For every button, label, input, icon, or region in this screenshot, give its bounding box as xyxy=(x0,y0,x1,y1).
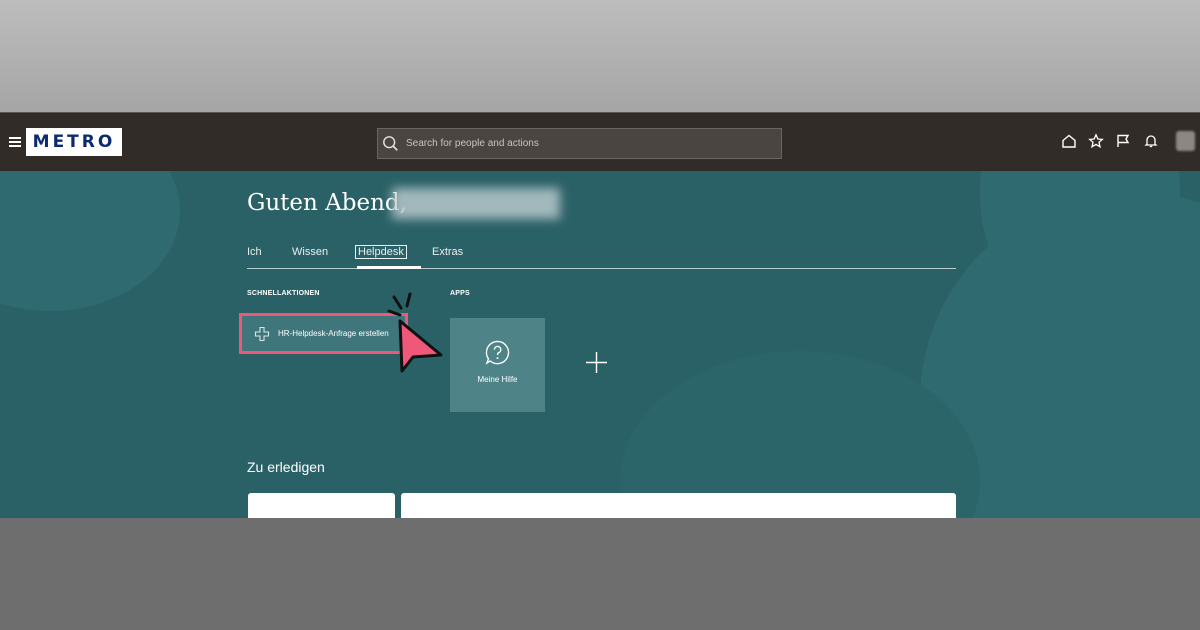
plus-outline-icon xyxy=(254,326,270,341)
tab-extras[interactable]: Extras xyxy=(432,246,463,258)
quick-actions-heading: SCHNELLAKTIONEN xyxy=(247,290,320,297)
app-label: Meine Hilfe xyxy=(477,375,518,384)
search-input[interactable] xyxy=(406,138,766,149)
hero-background xyxy=(0,171,1200,518)
home-icon[interactable] xyxy=(1061,133,1077,154)
metro-logo[interactable]: METRO xyxy=(26,128,122,156)
help-bubble-icon xyxy=(485,340,510,365)
tab-bar: Ich Wissen Helpdesk Extras xyxy=(247,244,956,269)
star-icon[interactable] xyxy=(1088,133,1104,154)
decorative-shape xyxy=(0,171,180,311)
logo-text-end: O xyxy=(97,132,116,152)
greeting-title: Guten Abend, xyxy=(247,190,407,216)
todo-heading: Zu erledigen xyxy=(247,459,325,475)
avatar[interactable] xyxy=(1176,131,1195,151)
search-bar[interactable] xyxy=(377,128,782,159)
logo-text: METR xyxy=(32,132,98,152)
search-icon xyxy=(383,135,398,151)
tab-wissen[interactable]: Wissen xyxy=(292,246,328,258)
app-tile-meine-hilfe[interactable]: Meine Hilfe xyxy=(450,318,545,412)
quick-action-label: HR-Helpdesk-Anfrage erstellen xyxy=(278,329,389,338)
top-gray-band xyxy=(0,0,1200,112)
tab-ich[interactable]: Ich xyxy=(247,246,262,258)
top-navigation-bar: METRO xyxy=(0,112,1200,171)
add-app-icon[interactable] xyxy=(585,351,608,374)
bottom-gray-band xyxy=(0,518,1200,630)
menu-icon[interactable] xyxy=(9,137,21,147)
bell-icon[interactable] xyxy=(1143,133,1159,154)
flag-icon[interactable] xyxy=(1115,133,1131,154)
apps-heading: APPS xyxy=(450,290,470,297)
tab-helpdesk[interactable]: Helpdesk xyxy=(355,245,407,259)
blurred-user-name xyxy=(392,188,560,219)
active-tab-indicator xyxy=(357,266,421,269)
pointer-cursor-icon xyxy=(387,292,443,373)
